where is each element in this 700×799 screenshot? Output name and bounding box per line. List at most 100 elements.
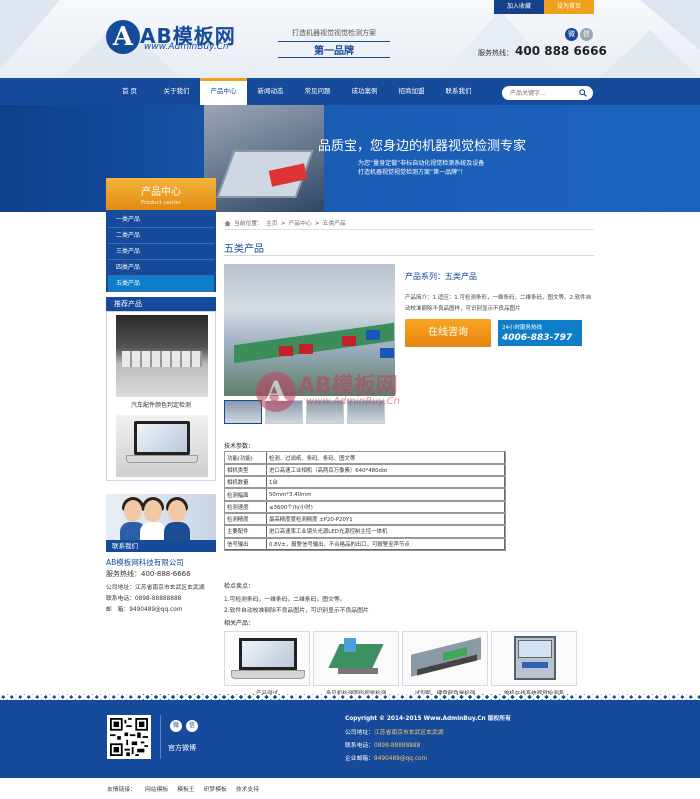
param-value: 进口高速工业相机（高两百万像素）640*480dot	[266, 463, 505, 477]
search-input[interactable]	[510, 88, 576, 98]
banner-title: 品质宝，您身边的机器视觉检测专家	[318, 139, 527, 154]
set-homepage-link[interactable]: 设为首页	[544, 0, 594, 14]
site-header: 加入收藏 设为首页 A AB模板网 www.AdminBuy.Cn 打造机器视觉…	[0, 0, 700, 78]
footer-address: 公司地址：江苏省南京市玄武区玄武湖	[345, 727, 444, 736]
related-product-card[interactable]: 多贝机检测图形视觉检测	[313, 631, 399, 697]
laptop-screen	[239, 638, 297, 670]
product-image-part	[279, 346, 293, 356]
footer-official-weibo: 官方微博	[168, 744, 196, 752]
sidebar-item-category-3[interactable]: 三类产品	[108, 244, 214, 260]
footer-phone: 联系电话：0898-88888888	[345, 740, 420, 749]
laptop-base	[126, 455, 198, 463]
param-key: 相机数量	[224, 475, 267, 489]
param-key: 检测速度	[224, 500, 267, 514]
related-product-card[interactable]: 单机在线系统视觉检测系	[491, 631, 577, 697]
breadcrumb-prefix: 当前位置：	[234, 220, 263, 227]
footer-email: 企业邮箱：9490489@qq.com	[345, 753, 427, 762]
param-key: 检测幅面	[224, 487, 267, 502]
site-logo[interactable]: A AB模板网 www.AdminBuy.Cn	[106, 18, 266, 56]
param-key: 检测精度	[224, 512, 267, 526]
header-slogan: 打造机器视觉视觉检测方案 第一品牌	[278, 28, 390, 58]
friend-link[interactable]: 技术支持	[236, 784, 259, 793]
weibo-icon[interactable]: 微	[565, 28, 578, 41]
wechat-icon[interactable]: 信	[580, 28, 593, 41]
nav-item-cases[interactable]: 成功案例	[341, 78, 388, 105]
sidebar-menu: 一类产品 二类产品 三类产品 四类产品 五类产品	[106, 210, 216, 292]
related-product-image[interactable]	[491, 631, 577, 686]
param-value: 1台	[266, 475, 505, 489]
site-footer	[0, 697, 700, 778]
related-label: 相关产品：	[224, 620, 255, 627]
search-icon[interactable]	[579, 89, 587, 97]
sidebar-item-category-1[interactable]: 一类产品	[108, 212, 214, 228]
watermark-mark: A	[256, 372, 296, 412]
nav-item-contact[interactable]: 联系我们	[435, 78, 482, 105]
online-consult-button[interactable]: 在线咨询	[405, 319, 491, 347]
product-image-part	[299, 344, 313, 354]
nav-item-products[interactable]: 产品中心	[200, 78, 247, 105]
friend-link[interactable]: 网站模板	[145, 784, 168, 793]
sidebar-item-category-2[interactable]: 二类产品	[108, 228, 214, 244]
contact-hotline-number: 400-888-6666	[141, 570, 191, 578]
company-name: AB模板网科技有限公司	[106, 558, 184, 567]
param-key: 信号输出	[224, 537, 267, 551]
nav-item-news[interactable]: 新闻动态	[247, 78, 294, 105]
friend-link[interactable]: 模板王	[177, 784, 194, 793]
param-value: 最高精度度检测精度 ±P20-P20Y1	[266, 512, 505, 526]
breadcrumb-home[interactable]: 主页	[266, 218, 278, 230]
contact-phone: 联系电话：0898-88888888	[106, 596, 182, 602]
nav-item-faq[interactable]: 常见问题	[294, 78, 341, 105]
table-row: 相机类型 进口高速工业相机（高两百万像素）640*480dot	[223, 462, 506, 478]
sidebar-item-category-5[interactable]: 五类产品	[108, 276, 214, 292]
recommend-header: 推荐产品	[106, 297, 216, 311]
contact-hotline-label: 服务热线：	[106, 570, 141, 578]
staff-shape	[144, 500, 162, 522]
recommend-laptop-image[interactable]	[116, 415, 208, 477]
staff-shape	[140, 522, 166, 540]
staff-shape	[168, 500, 186, 522]
recommend-product-image[interactable]	[116, 315, 208, 397]
related-product-card[interactable]: 试剂瓶，硬盘颜色是检测	[402, 631, 488, 697]
product-description: 产品简介：1.适应：1.可检测条形，一维条码，二维条码，图文等。2.软件自动校准…	[405, 295, 592, 312]
param-key: 主要配件	[224, 524, 267, 539]
contact-hotline: 服务热线：400-888-6666	[106, 569, 216, 582]
device-shape	[344, 638, 356, 652]
breadcrumb-products[interactable]: 产品中心	[288, 218, 311, 230]
home-icon	[224, 220, 231, 227]
param-key: 功能(功能)	[224, 450, 267, 465]
main-content: 当前位置： 主页 > 产品中心 > 五类产品 五类产品 产品系列：五类产品 产品…	[223, 218, 594, 697]
sidebar: 产品中心 Product center 一类产品 二类产品 三类产品 四类产品 …	[106, 178, 216, 615]
related-product-image[interactable]	[224, 631, 310, 686]
logo-url: www.AdminBuy.Cn	[144, 42, 229, 52]
related-product-image[interactable]	[402, 631, 488, 686]
nav-item-home[interactable]: 首 页	[106, 78, 153, 105]
footer-divider	[160, 715, 161, 759]
param-value: 0.8V±，报警信号输出，不合格品的出口，可报警至声节点	[266, 537, 505, 551]
recommend-product-caption[interactable]: 汽车配件颜色判定检测	[116, 397, 206, 412]
hotline-badge[interactable]: 24小时服务热线 4006-883-797	[498, 320, 582, 346]
hotline-badge-label: 24小时服务热线	[502, 325, 542, 331]
footer-weibo-icon[interactable]: 微	[170, 720, 182, 732]
nav-item-franchise[interactable]: 招商加盟	[388, 78, 435, 105]
breadcrumb-current[interactable]: 五类产品	[323, 218, 346, 230]
recommend-list: 汽车配件颜色判定检测	[106, 311, 216, 481]
product-image-part	[366, 330, 380, 340]
banner-subtitle-2: 打造机器视觉视觉检测方案“第一品牌”！	[358, 169, 467, 176]
params-label: 技术参数：	[224, 443, 255, 450]
table-row: 功能(功能) 检测、过滤纸、条码、条码、图文等	[223, 450, 506, 465]
laptop-screen	[134, 421, 190, 455]
add-favorite-link[interactable]: 加入收藏	[494, 0, 544, 14]
staff-shape	[164, 522, 190, 540]
table-row: 主要配件 进口高速率工业镜头光源LED光源控制主控一体机	[223, 524, 506, 539]
product-image-part	[380, 348, 394, 358]
sidebar-item-category-4[interactable]: 四类产品	[108, 260, 214, 276]
footer-wechat-icon[interactable]: 信	[186, 720, 198, 732]
friend-link[interactable]: 织梦模板	[204, 784, 227, 793]
footer-copyright: Copyright © 2014-2015 Www.AdminBuy.Cn 版权…	[345, 716, 511, 722]
search-box	[502, 86, 593, 100]
param-value: 检测、过滤纸、条码、条码、图文等	[266, 450, 505, 465]
nav-item-about[interactable]: 关于我们	[153, 78, 200, 105]
param-value: 50mm*3.40mm	[266, 487, 505, 502]
related-product-card[interactable]: 产品测试	[224, 631, 310, 697]
related-product-image[interactable]	[313, 631, 399, 686]
